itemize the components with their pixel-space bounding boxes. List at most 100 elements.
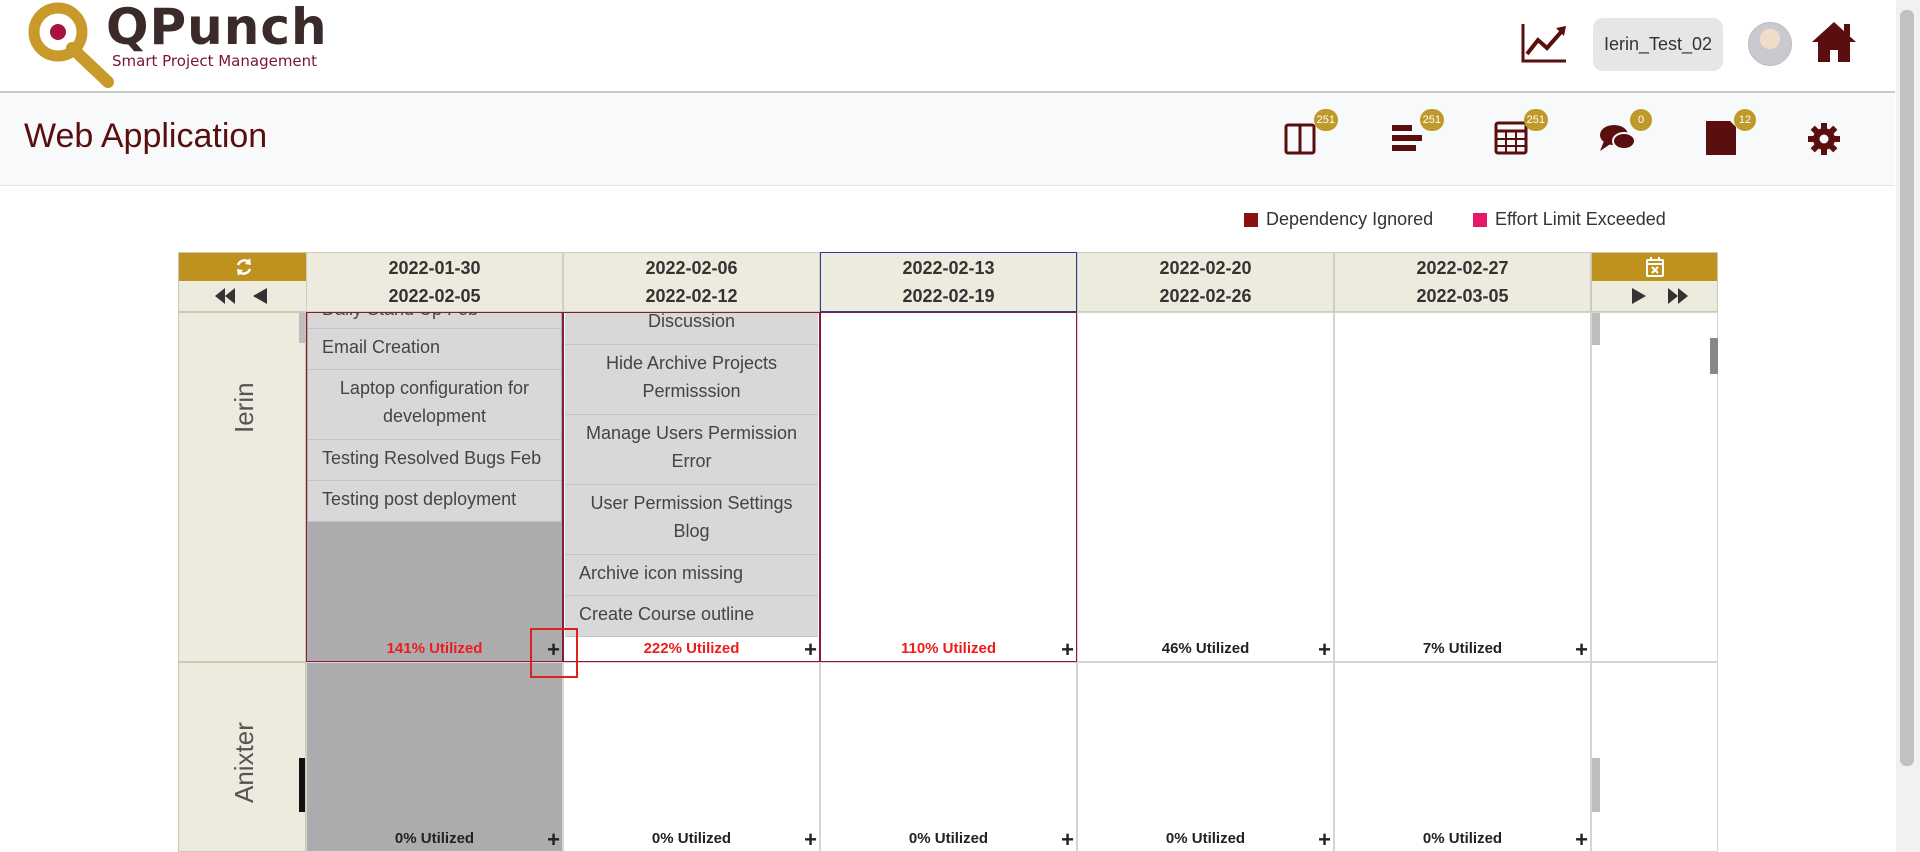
fast-backward-icon[interactable] (215, 288, 235, 304)
add-task-button[interactable]: + (1061, 829, 1074, 851)
week-end: 2022-02-19 (902, 286, 995, 306)
week-header[interactable]: 2022-02-20 2022-02-26 (1077, 252, 1334, 312)
home-icon[interactable] (1810, 20, 1858, 64)
week-start: 2022-01-30 (388, 258, 481, 278)
week-cell[interactable]: Discussion Hide Archive Projects Permiss… (563, 312, 820, 662)
add-task-button[interactable]: + (1061, 639, 1074, 661)
logo-title: QPunch (106, 0, 328, 56)
week-header[interactable]: 2022-02-27 2022-03-05 (1334, 252, 1591, 312)
add-task-button[interactable]: + (1318, 829, 1331, 851)
task-item[interactable]: Discussion (565, 313, 818, 345)
settings-button[interactable] (1806, 115, 1850, 159)
week-cell[interactable]: 110% Utilized + (820, 312, 1077, 662)
row-scrollbar[interactable] (299, 313, 305, 343)
add-task-button[interactable]: + (1318, 639, 1331, 661)
task-item[interactable]: Manage Users Permission Error (565, 415, 818, 485)
user-name-button[interactable]: Ierin_Test_02 (1593, 18, 1723, 71)
task-item[interactable]: Testing Resolved Bugs Feb (308, 440, 561, 481)
highlight-box (530, 628, 578, 678)
week-cell[interactable]: 0% Utilized + (820, 662, 1077, 852)
week-start: 2022-02-06 (645, 258, 738, 278)
refresh-icon[interactable] (234, 257, 254, 277)
week-cell[interactable]: 0% Utilized + (306, 662, 563, 852)
calendar-clear-icon[interactable] (1645, 256, 1665, 278)
step-forward-icon[interactable] (1632, 288, 1646, 304)
utilization-label: 0% Utilized (1422, 830, 1503, 847)
week-start: 2022-02-20 (1159, 258, 1252, 278)
week-end: 2022-02-05 (388, 286, 481, 306)
chat-button[interactable]: 0 (1596, 109, 1652, 159)
gantt-button[interactable]: 251 (1388, 109, 1444, 159)
utilization-label: 110% Utilized (900, 640, 997, 657)
right-nav-header (1591, 252, 1718, 312)
chat-badge: 0 (1630, 109, 1652, 131)
page-title: Web Application (24, 117, 268, 155)
utilization-label: 0% Utilized (1165, 830, 1246, 847)
today-bar (1592, 253, 1717, 281)
legend-label: Effort Limit Exceeded (1495, 209, 1666, 229)
trend-chart-icon[interactable] (1520, 22, 1568, 64)
legend-label: Dependency Ignored (1266, 209, 1434, 229)
fast-forward-icon[interactable] (1668, 288, 1688, 304)
qpunch-logo[interactable]: QPunch Smart Project Management (28, 0, 327, 88)
step-backward-icon[interactable] (253, 288, 267, 304)
utilization-label: 46% Utilized (1161, 640, 1250, 657)
week-start: 2022-02-13 (902, 258, 995, 278)
week-cell[interactable]: 0% Utilized + (1077, 662, 1334, 852)
week-header[interactable]: 2022-01-30 2022-02-05 (306, 252, 563, 312)
task-item[interactable]: Daily Stand Up Feb (308, 313, 561, 329)
resource-name: Ierin (229, 382, 259, 433)
calendar-button[interactable]: 251 (1492, 109, 1548, 159)
add-task-button[interactable]: + (547, 829, 560, 851)
gear-icon (1808, 123, 1840, 155)
row-scrollbar[interactable] (1592, 758, 1600, 812)
week-cell[interactable]: 0% Utilized + (563, 662, 820, 852)
document-badge: 12 (1734, 109, 1756, 131)
document-button[interactable]: 12 (1700, 109, 1756, 159)
calendar-badge: 251 (1523, 109, 1548, 131)
avatar[interactable] (1748, 22, 1792, 66)
utilization-label: 0% Utilized (908, 830, 989, 847)
project-title-bar: Web Application 251 251 251 0 12 (0, 93, 1895, 186)
logo-subtitle: Smart Project Management (112, 52, 318, 70)
utilization-label: 0% Utilized (394, 830, 475, 847)
legend-swatch (1473, 212, 1487, 227)
task-item[interactable]: Testing post deployment (308, 481, 561, 522)
add-task-button[interactable]: + (1575, 829, 1588, 851)
add-task-button[interactable]: + (804, 829, 817, 851)
board-button[interactable]: 251 (1282, 109, 1338, 159)
resource-row-header: Ierin (178, 312, 306, 662)
utilization-label: 0% Utilized (651, 830, 732, 847)
row-scrollbar[interactable] (1592, 313, 1600, 345)
week-header[interactable]: 2022-02-06 2022-02-12 (563, 252, 820, 312)
task-item[interactable]: Laptop configuration for development (308, 370, 561, 440)
left-nav-header (178, 252, 307, 312)
add-task-button[interactable]: + (1575, 639, 1588, 661)
week-header-current[interactable]: 2022-02-13 2022-02-19 (820, 252, 1077, 312)
page-scrollbar-thumb[interactable] (1900, 10, 1914, 766)
task-item[interactable]: Archive icon missing (565, 555, 818, 596)
utilization-label: 7% Utilized (1422, 640, 1503, 657)
legend-dependency-ignored: Dependency Ignored (1244, 209, 1433, 230)
week-cell[interactable]: 7% Utilized + (1334, 312, 1591, 662)
resource-name: Anixter (229, 722, 259, 803)
app-header: QPunch Smart Project Management Ierin_Te… (0, 0, 1895, 93)
task-item[interactable]: Email Creation (308, 329, 561, 370)
week-start: 2022-02-27 (1416, 258, 1509, 278)
page-scrollbar[interactable] (1896, 0, 1920, 852)
task-item[interactable]: Create Course outline (565, 596, 818, 637)
week-end: 2022-03-05 (1416, 286, 1509, 306)
gantt-badge: 251 (1419, 109, 1444, 131)
task-item[interactable]: Hide Archive Projects Permisssion (565, 345, 818, 415)
week-cell[interactable]: Daily Stand Up Feb Email Creation Laptop… (306, 312, 563, 662)
row-scrollbar-thumb[interactable] (1710, 338, 1718, 374)
board-badge: 251 (1313, 109, 1338, 131)
right-column (1591, 312, 1718, 662)
task-item[interactable]: User Permission Settings Blog (565, 485, 818, 555)
add-task-button[interactable]: + (804, 639, 817, 661)
week-cell[interactable]: 46% Utilized + (1077, 312, 1334, 662)
resource-calendar-grid: 2022-01-30 2022-02-05 2022-02-06 2022-02… (178, 252, 1718, 852)
week-cell[interactable]: 0% Utilized + (1334, 662, 1591, 852)
resource-row-header: Anixter (178, 662, 306, 852)
row-scrollbar[interactable] (299, 758, 305, 812)
